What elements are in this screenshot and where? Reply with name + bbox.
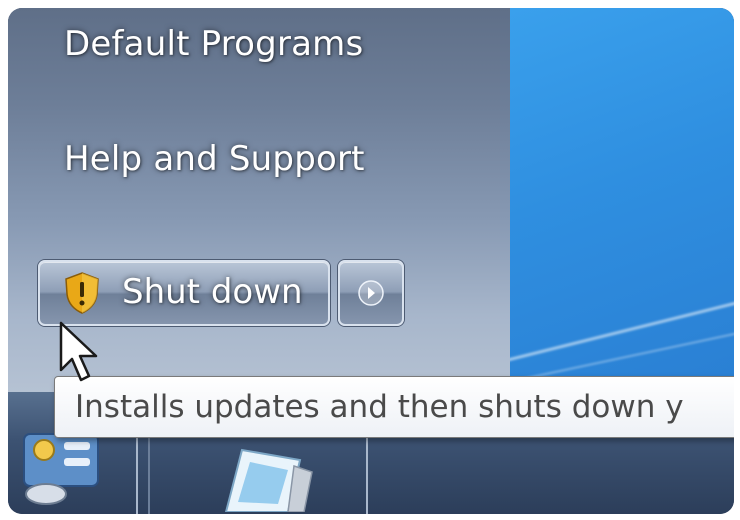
screen: Default Programs Help and Support Shut d… (8, 8, 734, 514)
right-arrow-icon (358, 280, 384, 306)
notepad-icon[interactable] (208, 442, 318, 512)
tooltip-text: Installs updates and then shuts down y (75, 389, 684, 425)
menu-item-default-programs[interactable]: Default Programs (64, 24, 363, 64)
shut-down-button[interactable]: Shut down (38, 260, 330, 326)
uac-shield-icon (65, 272, 99, 314)
menu-item-help-and-support[interactable]: Help and Support (64, 139, 365, 179)
shut-down-options-button[interactable] (338, 260, 404, 326)
mouse-cursor-icon (59, 321, 98, 382)
control-panel-icon[interactable] (14, 428, 106, 508)
shut-down-label: Shut down (122, 272, 303, 312)
shut-down-tooltip: Installs updates and then shuts down y (54, 376, 734, 438)
desktop-background (510, 8, 734, 392)
